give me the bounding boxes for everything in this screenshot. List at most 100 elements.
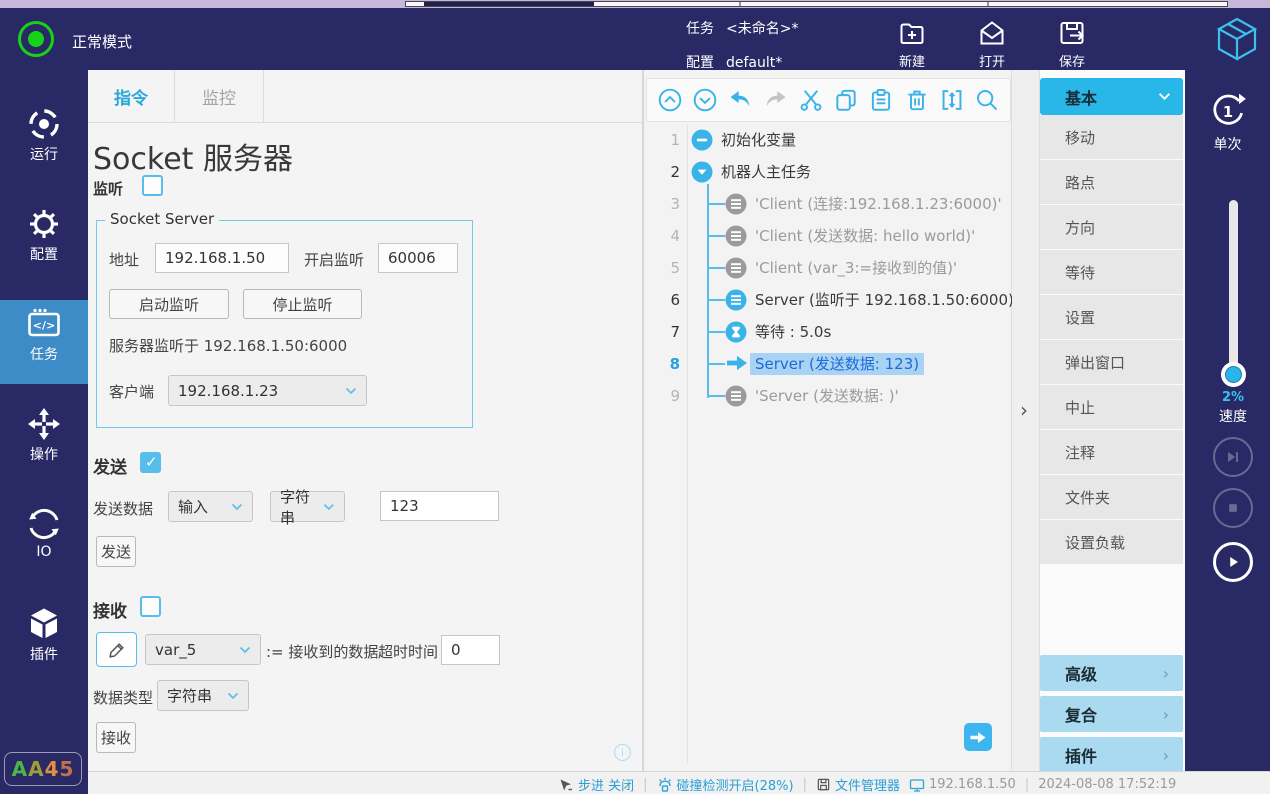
listen-checkbox[interactable] [142,175,163,196]
insert-icon[interactable] [939,87,965,113]
palette-group-basic[interactable]: 基本 [1040,78,1183,115]
search-icon[interactable] [974,87,1000,113]
top-edge-selection [424,2,594,6]
task-name: 任务<未命名>* [686,18,810,38]
palette-group-label: 高级 [1065,661,1097,685]
palette-item[interactable]: 路点 [1040,160,1183,204]
open-task-button[interactable]: 打开 [960,18,1024,70]
sidebar-item-label: 运行 [0,144,88,164]
arrow-right-icon [969,730,987,745]
tree-row[interactable]: 6Server (监听于 192.168.1.50:6000) [644,284,1013,316]
collision-status[interactable]: 碰撞检测开启(28%) [657,775,794,794]
line-number: 3 [644,188,680,220]
tree-row[interactable]: 4'Client (发送数据: hello world)' [644,220,1013,252]
tree-row[interactable]: 8Server (发送数据: 123) [644,348,1013,380]
arrow-node-icon [725,353,747,375]
sidebar-item-io[interactable]: IO [0,500,88,584]
receive-button[interactable]: 接收 [96,722,136,753]
palette-item[interactable]: 方向 [1040,205,1183,249]
robot-id-badge[interactable]: AA45 [4,752,82,786]
sidebar-item-config[interactable]: 配置 [0,200,88,284]
new-task-button[interactable]: 新建 [880,18,944,70]
listen-label: 监听 [93,178,123,199]
palette-item[interactable]: 等待 [1040,250,1183,294]
menu-node-icon [725,289,747,311]
badge-char: A [12,757,28,781]
palette-group[interactable]: 复合› [1040,696,1183,732]
paste-icon[interactable] [868,87,894,113]
tab-monitor[interactable]: 监控 [175,70,264,123]
stop-button[interactable] [1213,488,1253,528]
timeout-input[interactable] [441,635,500,665]
tab-instruction[interactable]: 指令 [88,70,175,123]
step-mode-status[interactable]: 步进 关闭 [558,775,634,794]
palette-item[interactable]: 文件夹 [1040,475,1183,519]
send-checkbox[interactable] [140,452,161,473]
receive-checkbox[interactable] [140,596,161,617]
client-select[interactable]: 192.168.1.23 [168,375,367,406]
palette-group[interactable]: 高级› [1040,655,1183,691]
single-run-toggle[interactable]: 1 单次 [1185,90,1270,154]
panel-splitter[interactable]: › [1012,70,1040,771]
send-source-select[interactable]: 输入 [168,491,253,522]
run-control-strip: 1 单次 2% 速度 [1185,70,1270,771]
palette-item[interactable]: 注释 [1040,430,1183,474]
undo-icon[interactable] [727,87,753,113]
receive-label: 接收 [93,597,127,622]
address-input[interactable] [155,243,289,273]
send-button[interactable]: 发送 [96,536,136,567]
form-tabbar: 指令 监控 [88,70,643,123]
header-action-label: 保存 [1040,51,1104,70]
chevron-down-icon [239,646,251,654]
speed-slider-knob[interactable] [1221,362,1246,387]
palette-item[interactable]: 移动 [1040,115,1183,159]
svg-text:</>: </> [33,319,55,332]
save-task-button[interactable]: 保存 [1040,18,1104,70]
collision-detect-icon [657,777,673,793]
palette-item[interactable]: 中止 [1040,385,1183,429]
mode-status-icon [18,21,54,57]
sidebar-item-task[interactable]: </> 任务 [0,300,88,384]
move-down-icon[interactable] [692,87,718,113]
info-icon[interactable]: i [614,744,631,761]
move-up-icon[interactable] [657,87,683,113]
palette-item[interactable]: 弹出窗口 [1040,340,1183,384]
sidebar-item-run[interactable]: 运行 [0,100,88,184]
palette-item[interactable]: 设置负载 [1040,520,1183,564]
file-manager-link[interactable]: 文件管理器 [816,775,900,794]
send-type-select[interactable]: 字符串 [270,491,345,522]
badge-char: A [28,757,44,781]
io-icon [0,506,88,542]
tree-row[interactable]: 5'Client (var_3:=接收到的值)' [644,252,1013,284]
tree-row[interactable]: 3'Client (连接:192.168.1.23:6000)' [644,188,1013,220]
cut-icon[interactable] [798,87,824,113]
sidebar-item-label: 操作 [0,444,88,464]
play-button[interactable] [1213,542,1253,582]
palette-group[interactable]: 插件› [1040,737,1183,773]
edit-variable-button[interactable] [96,632,137,667]
app-window: 正常模式 任务<未命名>* 配置default* 新建打开保存 运行配置</>任… [0,0,1270,794]
receive-variable-select[interactable]: var_5 [145,634,261,665]
send-value-input[interactable] [380,491,499,521]
receive-datatype-select[interactable]: 字符串 [157,680,249,711]
redo-icon[interactable] [763,87,789,113]
copy-icon[interactable] [833,87,859,113]
speed-slider-track[interactable] [1229,200,1238,378]
run-pointer-button[interactable] [964,723,992,751]
tree-row[interactable]: 2机器人主任务 [644,156,1013,188]
stop-listen-button[interactable]: 停止监听 [243,289,362,319]
tree-row-label: 等待 : 5.0s [755,321,831,343]
timeout-label: 超时时间 [378,641,438,662]
delete-icon[interactable] [904,87,930,113]
program-tree-panel: 1初始化变量2机器人主任务3'Client (连接:192.168.1.23:6… [643,70,1012,771]
sidebar-item-operate[interactable]: 操作 [0,400,88,484]
tree-row[interactable]: 9'Server (发送数据: )' [644,380,1013,412]
step-button[interactable] [1213,437,1253,477]
tree-row[interactable]: 7等待 : 5.0s [644,316,1013,348]
start-listen-button[interactable]: 启动监听 [109,289,229,319]
sidebar-item-plugin[interactable]: 插件 [0,600,88,684]
tree-row[interactable]: 1初始化变量 [644,124,1013,156]
palette-item[interactable]: 设置 [1040,295,1183,339]
port-input[interactable] [378,243,458,273]
sidebar-item-label: 任务 [0,344,88,364]
